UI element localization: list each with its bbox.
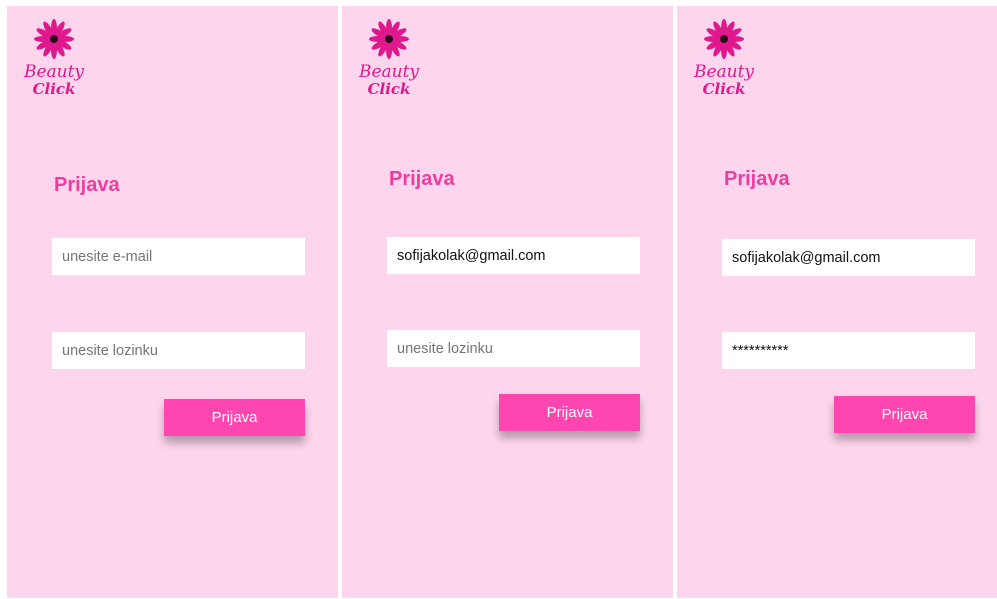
logo-text-click: Click	[367, 80, 411, 98]
email-field[interactable]	[722, 239, 975, 276]
flower-icon	[704, 19, 744, 59]
flower-icon	[369, 19, 409, 59]
flower-icon	[34, 19, 74, 59]
password-field[interactable]	[387, 330, 640, 367]
logo-text-beauty: Beauty	[23, 62, 85, 82]
password-field[interactable]	[722, 332, 975, 369]
email-field[interactable]	[387, 237, 640, 274]
logo-text-click: Click	[702, 80, 746, 98]
logo-text-beauty: Beauty	[358, 62, 420, 82]
login-button[interactable]: Prijava	[499, 394, 640, 431]
page-title: Prijava	[54, 174, 120, 196]
login-screen-empty: Beauty Click Prijava Prijava	[7, 6, 338, 598]
beauty-click-logo: Beauty Click	[693, 18, 755, 98]
password-field[interactable]	[52, 332, 305, 369]
email-field[interactable]	[52, 238, 305, 275]
logo-text-beauty: Beauty	[693, 62, 755, 82]
page-title: Prijava	[724, 168, 790, 190]
login-screen-password-entered: Beauty Click Prijava Prijava	[677, 6, 997, 598]
logo-text-click: Click	[32, 80, 76, 98]
login-screen-email-entered: Beauty Click Prijava Prijava	[342, 6, 673, 598]
login-button[interactable]: Prijava	[834, 396, 975, 433]
beauty-click-logo: Beauty Click	[23, 18, 85, 98]
login-button[interactable]: Prijava	[164, 399, 305, 436]
beauty-click-logo: Beauty Click	[358, 18, 420, 98]
page-title: Prijava	[389, 168, 455, 190]
